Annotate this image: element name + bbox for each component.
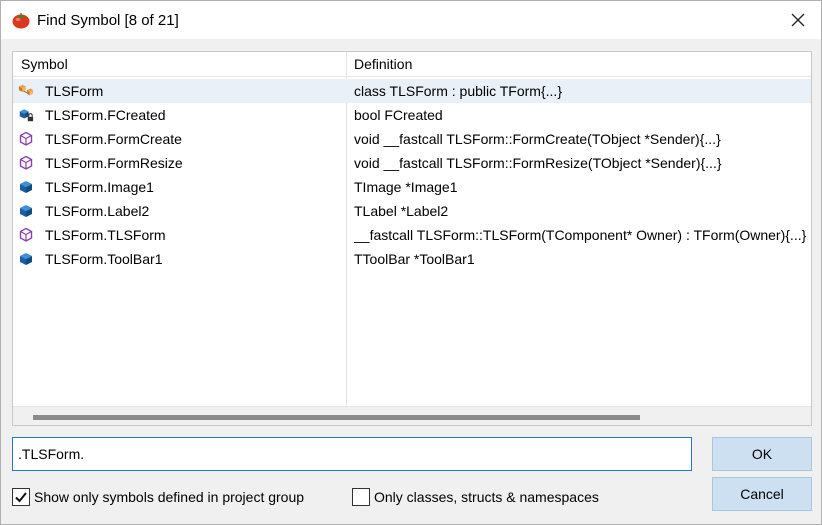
- column-header-definition[interactable]: Definition: [347, 52, 811, 77]
- method-icon: [18, 155, 34, 171]
- field-icon: [18, 203, 34, 219]
- field-icon: [18, 179, 34, 195]
- dialog-title: Find Symbol [8 of 21]: [37, 11, 179, 29]
- symbol-definition: bool FCreated: [354, 107, 443, 123]
- symbol-name: TLSForm.TLSForm: [45, 227, 166, 243]
- scrollbar-thumb[interactable]: [33, 415, 640, 420]
- project-group-checkbox[interactable]: Show only symbols defined in project gro…: [12, 488, 304, 506]
- method-icon: [18, 131, 34, 147]
- symbol-name: TLSForm.FormCreate: [45, 131, 182, 147]
- classes-only-checkbox[interactable]: Only classes, structs & namespaces: [352, 488, 599, 506]
- ok-button[interactable]: OK: [712, 437, 812, 471]
- list-item[interactable]: TLSForm.ToolBar1 TToolBar *ToolBar1: [13, 247, 811, 271]
- symbol-definition: __fastcall TLSForm::TLSForm(TComponent* …: [354, 227, 807, 243]
- field-icon: [18, 251, 34, 267]
- list-item[interactable]: TLSForm.TLSForm __fastcall TLSForm::TLSF…: [13, 223, 811, 247]
- list-rows: TLSForm class TLSForm : public TForm{...…: [13, 79, 811, 271]
- symbol-name: TLSForm.ToolBar1: [45, 251, 163, 267]
- list-item[interactable]: TLSForm class TLSForm : public TForm{...…: [13, 79, 811, 103]
- symbol-list[interactable]: Symbol Definition TLSForm class TLSForm …: [12, 51, 812, 426]
- method-icon: [18, 227, 34, 243]
- symbol-definition: void __fastcall TLSForm::FormCreate(TObj…: [354, 131, 721, 147]
- symbol-name: TLSForm.FCreated: [45, 107, 166, 123]
- project-group-label: Show only symbols defined in project gro…: [34, 489, 305, 505]
- list-item[interactable]: TLSForm.Label2 TLabel *Label2: [13, 199, 811, 223]
- classes-only-label: Only classes, structs & namespaces: [374, 489, 599, 505]
- symbol-definition: void __fastcall TLSForm::FormResize(TObj…: [354, 155, 722, 171]
- find-symbol-dialog: Find Symbol [8 of 21] Symbol Definition: [0, 0, 822, 525]
- class-icon: [18, 83, 34, 99]
- list-header: Symbol Definition: [13, 52, 811, 77]
- symbol-definition: TLabel *Label2: [354, 203, 449, 219]
- title-bar: Find Symbol [8 of 21]: [1, 1, 821, 39]
- checkbox-unchecked-icon[interactable]: [352, 488, 370, 506]
- symbol-name: TLSForm: [45, 83, 104, 99]
- symbol-definition: class TLSForm : public TForm{...}: [354, 83, 562, 99]
- close-button[interactable]: [779, 4, 817, 36]
- symbol-name: TLSForm.FormResize: [45, 155, 183, 171]
- list-item[interactable]: TLSForm.FCreated bool FCreated: [13, 103, 811, 127]
- close-icon: [791, 13, 805, 27]
- tomato-icon: [11, 10, 31, 30]
- symbol-definition: TImage *Image1: [354, 179, 458, 195]
- horizontal-scrollbar[interactable]: [13, 406, 811, 425]
- private-field-icon: [18, 107, 34, 123]
- symbol-name: TLSForm.Image1: [45, 179, 154, 195]
- list-item[interactable]: TLSForm.FormCreate void __fastcall TLSFo…: [13, 127, 811, 151]
- list-item[interactable]: TLSForm.Image1 TImage *Image1: [13, 175, 811, 199]
- search-input[interactable]: [12, 437, 692, 471]
- column-header-symbol[interactable]: Symbol: [13, 52, 347, 77]
- checkbox-checked-icon[interactable]: [12, 488, 30, 506]
- list-item[interactable]: TLSForm.FormResize void __fastcall TLSFo…: [13, 151, 811, 175]
- symbol-name: TLSForm.Label2: [45, 203, 150, 219]
- cancel-button[interactable]: Cancel: [712, 477, 812, 511]
- symbol-definition: TToolBar *ToolBar1: [354, 251, 475, 267]
